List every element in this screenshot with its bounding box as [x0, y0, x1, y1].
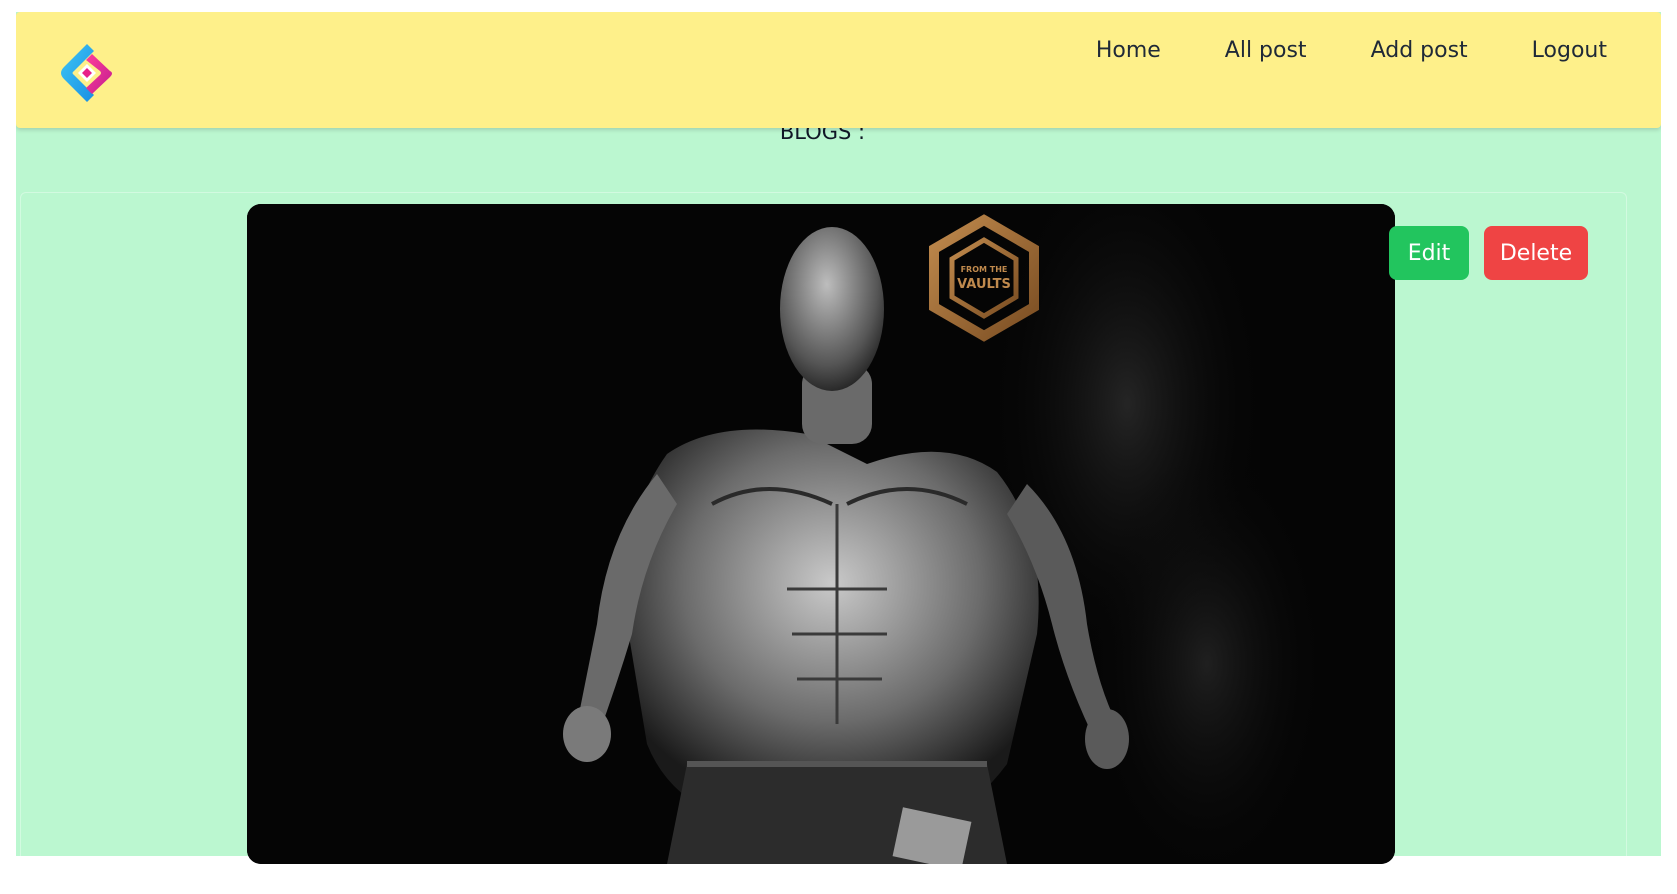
nav-link-home[interactable]: Home [1096, 36, 1161, 66]
navbar: Home All post Add post Logout [16, 12, 1661, 128]
nav-link-add-post[interactable]: Add post [1371, 36, 1468, 66]
nav-link-all-post[interactable]: All post [1225, 36, 1307, 66]
nav-links: Home All post Add post Logout [1032, 36, 1607, 66]
svg-text:FROM THE: FROM THE [961, 265, 1008, 274]
delete-button[interactable]: Delete [1484, 226, 1588, 280]
edit-button[interactable]: Edit [1389, 226, 1469, 280]
diamond-logo-icon[interactable] [54, 40, 120, 106]
svg-text:VAULTS: VAULTS [957, 277, 1011, 292]
nav-link-logout[interactable]: Logout [1532, 36, 1607, 66]
post-image: FROM THE VAULTS [247, 204, 1395, 864]
